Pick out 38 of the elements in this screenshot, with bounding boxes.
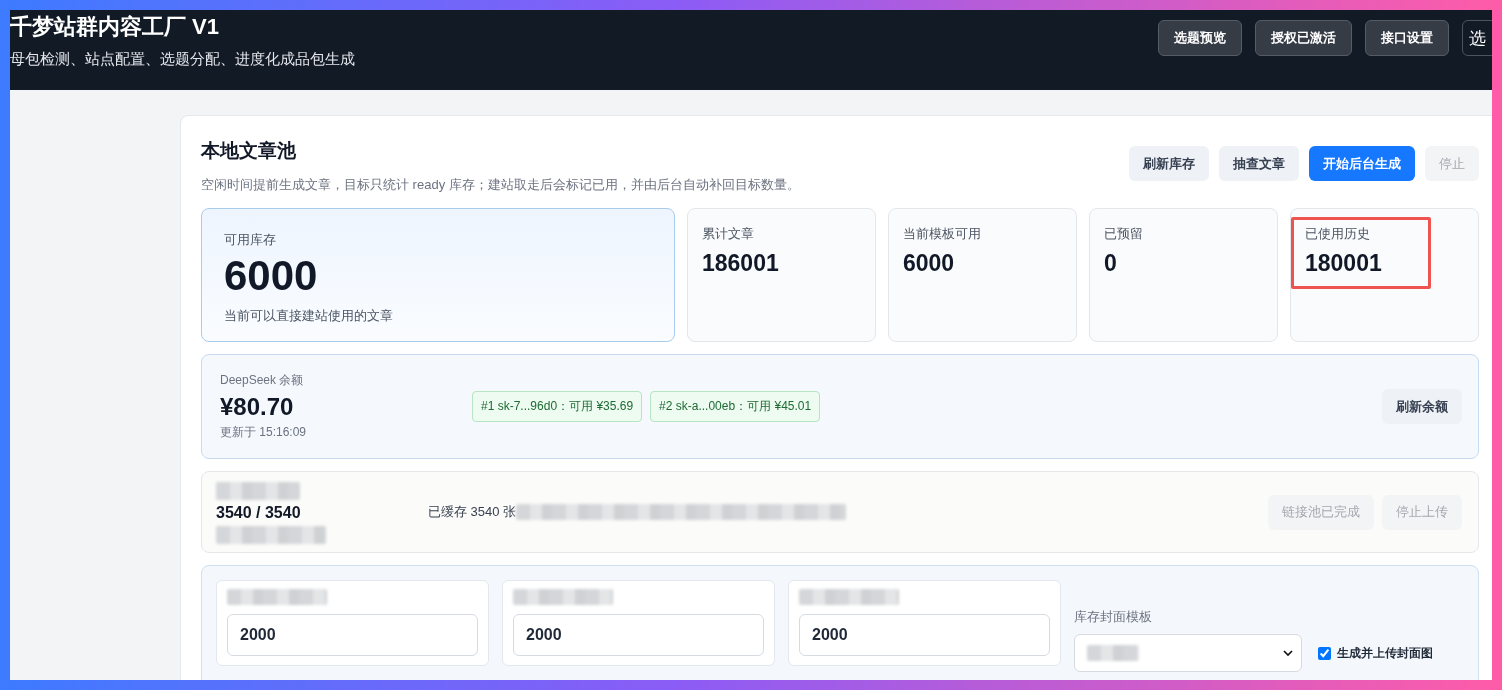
number-input[interactable]: 2000 [513,614,764,656]
stat-label: 已使用历史 [1305,225,1371,243]
app-title: 千梦站群内容工厂 V1 [10,13,221,41]
stat-value: 6000 [224,253,319,300]
key-balance-tag: #1 sk-7...96d0：可用 ¥35.69 [472,391,643,422]
action-button[interactable]: 开始后台生成 [1309,146,1415,181]
header-button[interactable]: 授权已激活 [1255,20,1352,56]
stat-value: 186001 [702,251,780,277]
template-label: 库存封面模板 [1074,608,1153,626]
key-balance-tag: #2 sk-a...00eb：可用 ¥45.01 [650,391,821,422]
stat-note: 当前可以直接建站使用的文章 [224,307,394,326]
upload-count: 3540 / 3540 [216,504,302,522]
balance-updated: 更新于 15:16:09 [220,424,308,441]
refresh-balance-button[interactable]: 刷新余额 [1382,389,1462,424]
stat-value: 0 [1104,251,1118,277]
stat-value: 180001 [1305,251,1383,277]
stat-label: 当前模板可用 [903,225,982,243]
stat-label: 可用库存 [224,231,277,249]
cover-checkbox[interactable] [1318,646,1331,660]
section-title: 本地文章池 [201,139,297,163]
header-button[interactable]: 选 [1462,20,1492,56]
balance-label: DeepSeek 余额 [220,372,305,389]
stat-value: 6000 [903,251,956,277]
header-button[interactable]: 接口设置 [1365,20,1449,56]
section-description: 空闲时间提前生成文章，目标只统计 ready 库存；建站取走后会标记已用，并由后台自动补回目标数量。 [201,176,800,194]
header-button[interactable]: 选题预览 [1158,20,1242,56]
balance-amount: ¥80.70 [220,393,295,421]
action-button[interactable]: 刷新库存 [1129,146,1209,181]
chevron-icon [1283,649,1293,657]
app-subtitle: 母包检测、站点配置、选题分配、进度化成品包生成 [10,50,355,69]
number-input[interactable]: 2000 [799,614,1050,656]
stat-label: 已预留 [1104,225,1144,243]
blurred-text [1087,645,1139,661]
number-input[interactable]: 2000 [227,614,478,656]
action-button[interactable]: 抽查文章 [1219,146,1299,181]
stat-label: 累计文章 [702,225,755,243]
upload-status: 已缓存 3540 张 [428,503,517,521]
checkbox-label: 生成并上传封面图 [1337,644,1433,662]
